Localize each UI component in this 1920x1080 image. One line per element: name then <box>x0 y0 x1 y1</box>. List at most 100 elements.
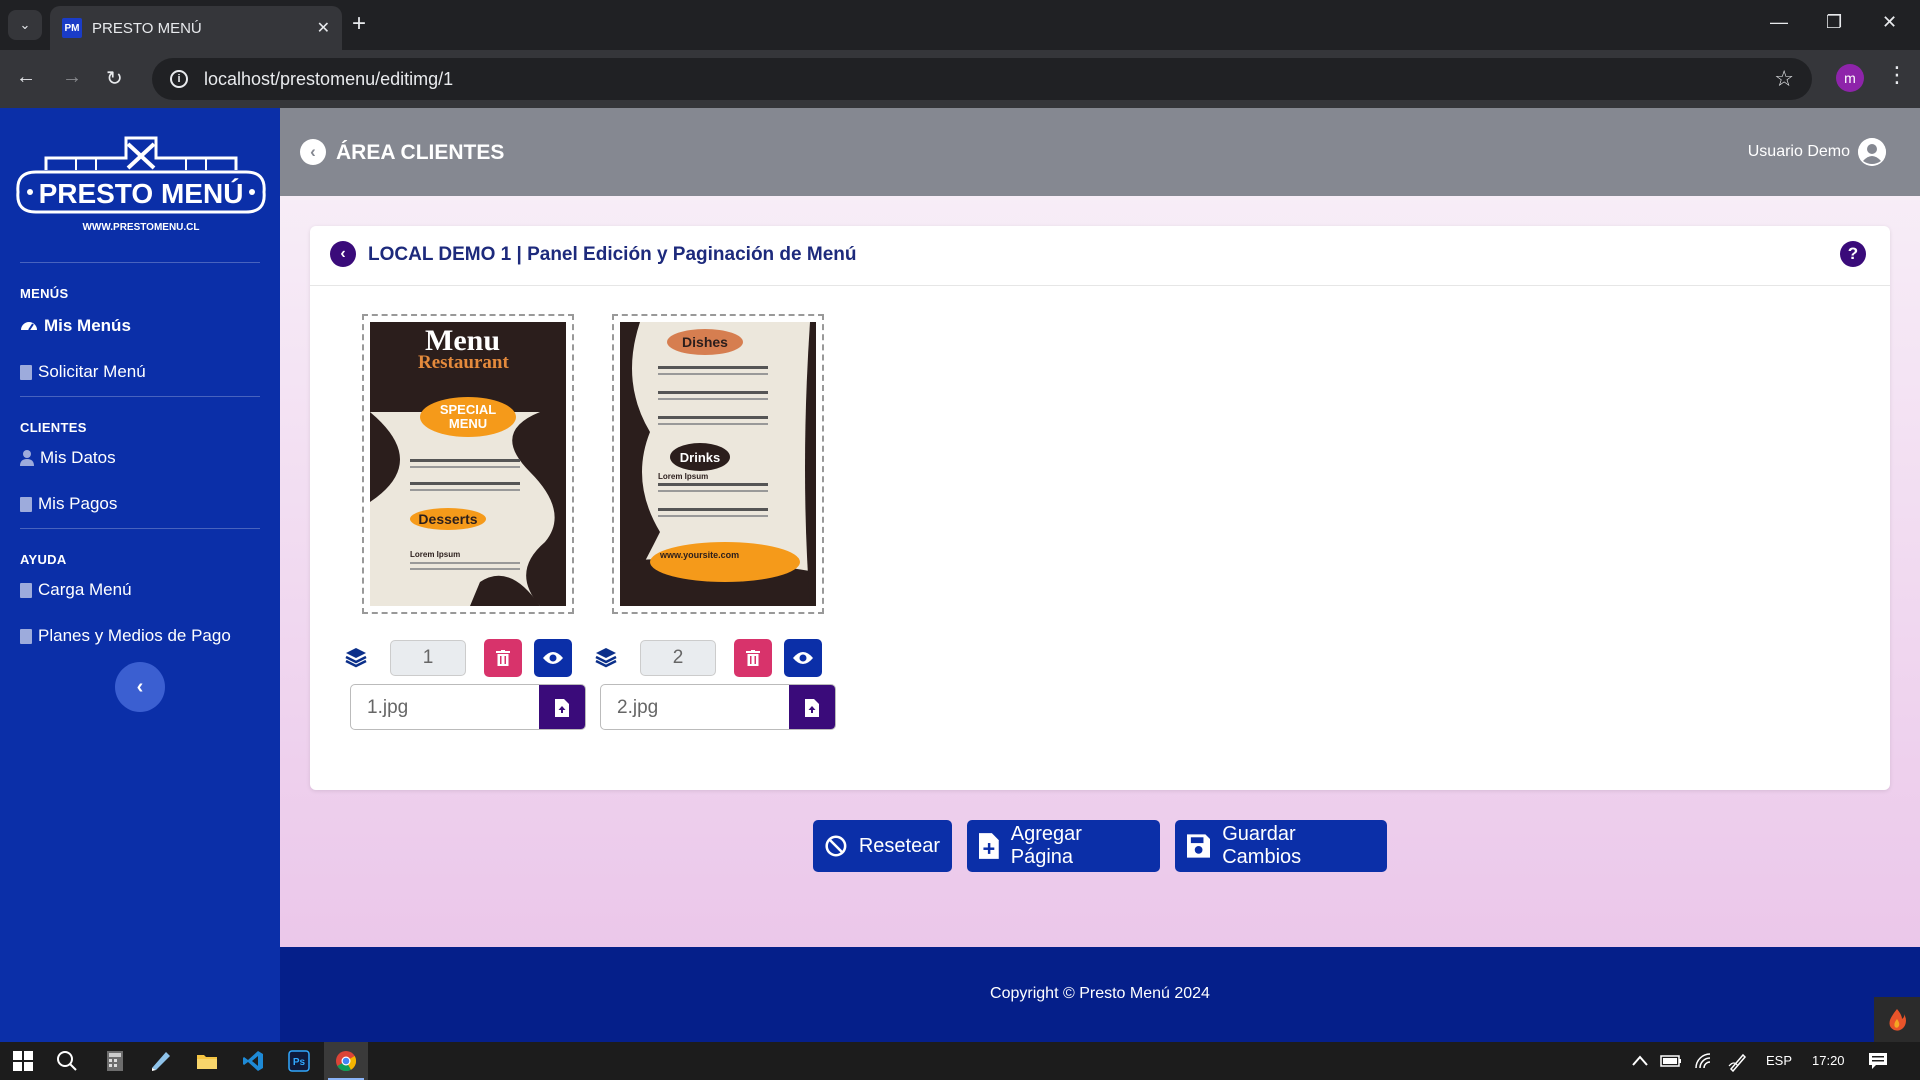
sidebar-item-mis-pagos[interactable]: Mis Pagos <box>20 494 117 514</box>
sidebar-item-planes[interactable]: Planes y Medios de Pago <box>20 626 231 646</box>
back-circle-icon[interactable]: ‹ <box>330 241 356 267</box>
save-changes-button[interactable]: Guardar Cambios <box>1175 820 1387 872</box>
preview-page-button[interactable] <box>534 639 572 677</box>
copyright-text: Copyright © Presto Menú 2024 <box>990 985 1210 1002</box>
sidebar-item-solicitar-menu[interactable]: Solicitar Menú <box>20 362 146 382</box>
back-circle-icon[interactable]: ‹ <box>300 139 326 165</box>
svg-text:Ps: Ps <box>293 1057 306 1068</box>
sidebar-item-label: Mis Menús <box>44 316 131 335</box>
svg-text:Restaurant: Restaurant <box>418 352 509 373</box>
forward-arrow-icon[interactable]: → <box>62 66 82 89</box>
menu-page-image: Dishes Drinks Lorem Ipsum www.yoursite.c… <box>620 322 816 606</box>
document-icon <box>20 364 32 380</box>
main-content: ‹ LOCAL DEMO 1 | Panel Edición y Paginac… <box>280 196 1920 947</box>
edit-panel-card: ‹ LOCAL DEMO 1 | Panel Edición y Paginac… <box>310 226 1890 790</box>
clipboard-icon <box>20 582 32 598</box>
chevron-left-icon: ‹ <box>136 675 144 698</box>
user-avatar-icon[interactable] <box>1858 138 1886 166</box>
svg-text:PRESTO MENÚ: PRESTO MENÚ <box>39 178 244 209</box>
browser-menu-icon[interactable]: ⋮ <box>1886 62 1908 88</box>
user-name[interactable]: Usuario Demo <box>1748 143 1850 161</box>
new-tab-icon[interactable]: + <box>352 12 366 36</box>
user-icon <box>20 450 34 466</box>
collapse-sidebar-button[interactable]: ‹ <box>115 662 165 712</box>
clipboard-icon <box>20 496 32 512</box>
delete-page-button[interactable] <box>734 639 772 677</box>
footer: Copyright © Presto Menú 2024 <box>280 947 1920 1042</box>
language-indicator[interactable]: ESP <box>1766 1053 1792 1068</box>
browser-tab[interactable]: PM PRESTO MENÚ ✕ <box>50 6 342 50</box>
trash-icon <box>746 650 760 666</box>
svg-text:www.yoursite.com: www.yoursite.com <box>659 550 739 560</box>
notes-icon[interactable] <box>150 1050 172 1072</box>
sidebar-item-mis-menus[interactable]: Mis Menús <box>20 316 131 336</box>
minimize-icon[interactable]: — <box>1770 12 1788 33</box>
search-icon[interactable] <box>56 1050 78 1072</box>
sidebar-item-label: Mis Datos <box>40 448 116 467</box>
wifi-icon[interactable] <box>1694 1052 1714 1070</box>
save-icon <box>1187 834 1211 858</box>
browser-toolbar: ← → ↻ i localhost/prestomenu/editimg/1 ☆… <box>0 50 1920 108</box>
file-explorer-icon[interactable] <box>196 1050 218 1072</box>
menu-page-thumbnail[interactable]: Menu Restaurant SPECIAL MENU Desserts Lo… <box>362 314 574 614</box>
svg-text:MENU: MENU <box>449 416 487 431</box>
notifications-icon[interactable] <box>1868 1052 1888 1070</box>
upload-file-button[interactable] <box>539 685 585 729</box>
file-upload-icon <box>555 699 569 717</box>
site-info-icon[interactable]: i <box>170 70 188 88</box>
help-icon[interactable]: ? <box>1840 241 1866 267</box>
sidebar-item-mis-datos[interactable]: Mis Datos <box>20 448 116 468</box>
sidebar-item-carga-menu[interactable]: Carga Menú <box>20 580 132 600</box>
close-tab-icon[interactable]: ✕ <box>317 18 330 38</box>
file-name: 2.jpg <box>617 697 659 718</box>
layers-icon <box>345 648 367 668</box>
address-bar[interactable]: i localhost/prestomenu/editimg/1 ☆ <box>152 58 1812 100</box>
dashboard-icon <box>21 322 37 331</box>
preview-page-button[interactable] <box>784 639 822 677</box>
fire-icon[interactable] <box>1874 997 1920 1042</box>
windows-start-icon[interactable] <box>12 1050 34 1072</box>
sidebar-heading-ayuda: AYUDA <box>20 552 67 567</box>
sidebar-divider <box>20 396 260 397</box>
pen-icon[interactable] <box>1728 1052 1748 1072</box>
page-order-field[interactable]: 1 <box>390 640 466 676</box>
sidebar-heading-menus: MENÚS <box>20 286 69 301</box>
chrome-icon <box>336 1051 357 1072</box>
restore-icon[interactable]: ❐ <box>1826 12 1842 33</box>
svg-text:Dishes: Dishes <box>682 334 728 350</box>
svg-text:SPECIAL: SPECIAL <box>440 402 496 417</box>
top-bar: ‹ ÁREA CLIENTES Usuario Demo <box>280 108 1920 196</box>
profile-avatar[interactable]: m <box>1836 64 1864 92</box>
chevron-up-icon[interactable] <box>1632 1054 1648 1068</box>
reload-icon[interactable]: ↻ <box>106 66 123 91</box>
clock[interactable]: 17:20 <box>1812 1053 1845 1068</box>
page-file-input[interactable]: 1.jpg <box>350 684 586 730</box>
file-add-icon <box>979 833 999 859</box>
trash-icon <box>496 650 510 666</box>
tab-search-button[interactable]: ⌄ <box>8 10 42 40</box>
battery-icon[interactable] <box>1660 1054 1682 1068</box>
page-order-field[interactable]: 2 <box>640 640 716 676</box>
calculator-icon[interactable] <box>104 1050 126 1072</box>
bookmark-star-icon[interactable]: ☆ <box>1774 66 1794 92</box>
sidebar-item-label: Planes y Medios de Pago <box>38 626 231 645</box>
sidebar-item-label: Mis Pagos <box>38 494 118 513</box>
chrome-taskbar-item[interactable] <box>324 1042 368 1080</box>
menu-page-thumbnail[interactable]: Dishes Drinks Lorem Ipsum www.yoursite.c… <box>612 314 824 614</box>
page-file-input[interactable]: 2.jpg <box>600 684 836 730</box>
add-page-button[interactable]: Agregar Página <box>967 820 1160 872</box>
upload-file-button[interactable] <box>789 685 835 729</box>
photoshop-icon[interactable]: Ps <box>288 1050 310 1072</box>
back-arrow-icon[interactable]: ← <box>16 66 36 89</box>
delete-page-button[interactable] <box>484 639 522 677</box>
page-title: ÁREA CLIENTES <box>336 141 505 164</box>
vscode-icon[interactable] <box>242 1050 264 1072</box>
reset-button[interactable]: Resetear <box>813 820 952 872</box>
svg-text:Lorem Ipsum: Lorem Ipsum <box>658 472 708 481</box>
close-window-icon[interactable]: ✕ <box>1882 12 1897 33</box>
card-header: ‹ LOCAL DEMO 1 | Panel Edición y Paginac… <box>310 226 1890 286</box>
sidebar-heading-clientes: CLIENTES <box>20 420 87 435</box>
sidebar-item-label: Carga Menú <box>38 580 132 599</box>
tab-title: PRESTO MENÚ <box>92 19 202 37</box>
presto-menu-logo[interactable]: PRESTO MENÚ WWW.PRESTOMENU.CL <box>16 130 266 240</box>
